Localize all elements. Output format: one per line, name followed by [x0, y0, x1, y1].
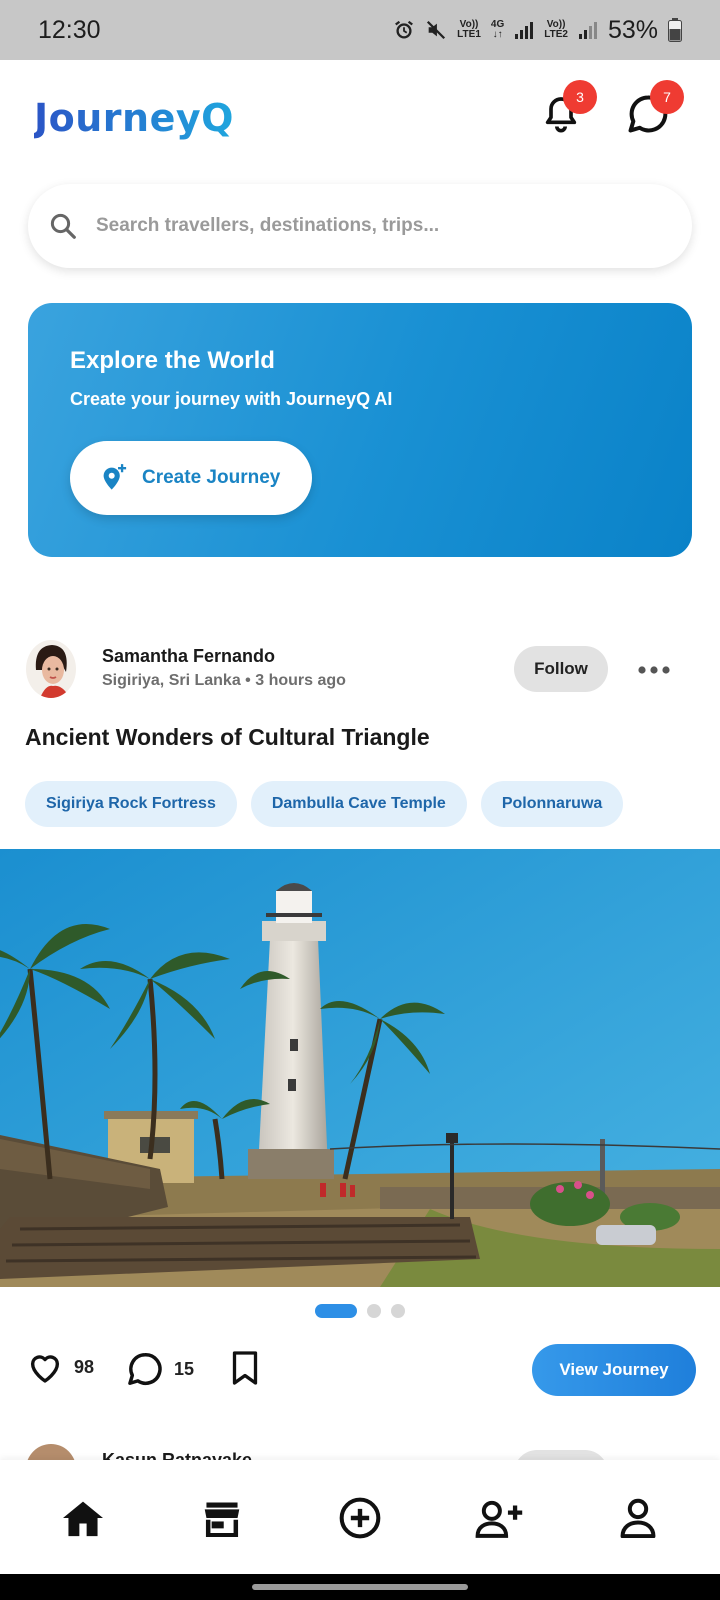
more-options-button[interactable]	[636, 656, 672, 684]
status-time: 12:30	[38, 15, 101, 44]
avatar[interactable]	[26, 640, 76, 698]
banner-subtitle: Create your journey with JourneyQ AI	[70, 389, 393, 409]
sim1-indicator: Vo)) LTE1	[457, 19, 481, 40]
add-circle-icon	[339, 1497, 381, 1539]
home-icon	[63, 1501, 103, 1537]
signal-icon-2	[578, 22, 597, 39]
nav-add-friend[interactable]	[471, 1490, 527, 1546]
create-journey-button[interactable]: Create Journey	[70, 441, 312, 515]
post-image[interactable]	[0, 849, 720, 1287]
app-header: JourneyQ 3 7	[0, 60, 720, 180]
comment-icon	[128, 1353, 162, 1385]
like-button[interactable]: 98	[26, 1350, 94, 1384]
pager-dot[interactable]	[391, 1304, 405, 1318]
network-type: 4G ↓↑	[490, 19, 505, 40]
bookmark-icon	[232, 1351, 258, 1385]
follow-button[interactable]: Follow	[514, 646, 608, 692]
heart-icon	[30, 1355, 60, 1383]
banner-title: Explore the World	[70, 347, 275, 374]
create-journey-label: Create Journey	[142, 467, 281, 488]
add-location-icon	[103, 464, 127, 490]
more-horizontal-icon	[638, 666, 670, 674]
home-gesture-handle[interactable]	[252, 1584, 468, 1590]
follow-button[interactable]	[514, 1450, 608, 1460]
sim2-indicator: Vo)) LTE2	[544, 19, 568, 40]
status-icons: Vo)) LTE1 4G ↓↑ Vo)) LTE2 53%	[393, 16, 682, 45]
mute-icon	[427, 20, 446, 40]
post-title: Ancient Wonders of Cultural Triangle	[25, 724, 430, 750]
nav-profile[interactable]	[610, 1490, 666, 1546]
bookmark-button[interactable]	[230, 1350, 260, 1386]
avatar[interactable]	[26, 1444, 76, 1460]
comment-count: 15	[174, 1358, 195, 1379]
image-pager	[0, 1304, 720, 1318]
comment-button[interactable]: 15	[126, 1350, 194, 1388]
gesture-bar	[0, 1574, 720, 1600]
search-icon	[50, 213, 76, 239]
notifications-button[interactable]: 3	[531, 80, 597, 144]
battery-level: 53%	[607, 15, 658, 44]
nav-store[interactable]	[194, 1490, 250, 1546]
app-logo: JourneyQ	[34, 96, 234, 140]
explore-banner: Explore the World Create your journey wi…	[28, 303, 692, 557]
add-friend-icon	[475, 1500, 523, 1538]
search-bar[interactable]	[28, 184, 692, 268]
battery-icon	[668, 18, 682, 42]
signal-icon	[515, 22, 534, 39]
alarm-icon	[395, 20, 414, 39]
notifications-badge: 3	[563, 80, 597, 114]
bottom-navigation	[0, 1460, 720, 1574]
like-count: 98	[74, 1356, 95, 1377]
profile-icon	[620, 1498, 656, 1538]
status-bar: 12:30 Vo)) LTE1 4G ↓↑ Vo)) LTE2 53%	[0, 0, 720, 60]
author-name[interactable]: Kasun Ratnayake	[102, 1450, 252, 1460]
post-tags: Sigiriya Rock Fortress Dambulla Cave Tem…	[25, 781, 624, 827]
pager-dot-active[interactable]	[315, 1304, 357, 1318]
post-meta: Sigiriya, Sri Lanka • 3 hours ago	[102, 672, 346, 689]
tag-chip[interactable]: Polonnaruwa	[480, 781, 624, 827]
author-name[interactable]: Samantha Fernando	[102, 646, 275, 667]
search-input[interactable]	[96, 215, 616, 237]
nav-home[interactable]	[55, 1490, 111, 1546]
store-icon	[204, 1502, 240, 1537]
next-feed-post: Kasun Ratnayake	[0, 1440, 720, 1460]
nav-create[interactable]	[332, 1490, 388, 1546]
messages-button[interactable]: 7	[618, 80, 684, 144]
tag-chip[interactable]: Sigiriya Rock Fortress	[25, 781, 237, 827]
view-journey-button[interactable]: View Journey	[532, 1344, 696, 1396]
tag-chip[interactable]: Dambulla Cave Temple	[250, 781, 467, 827]
pager-dot[interactable]	[367, 1304, 381, 1318]
post-actions: 98 15 View Journey	[0, 1344, 720, 1396]
messages-badge: 7	[650, 80, 684, 114]
